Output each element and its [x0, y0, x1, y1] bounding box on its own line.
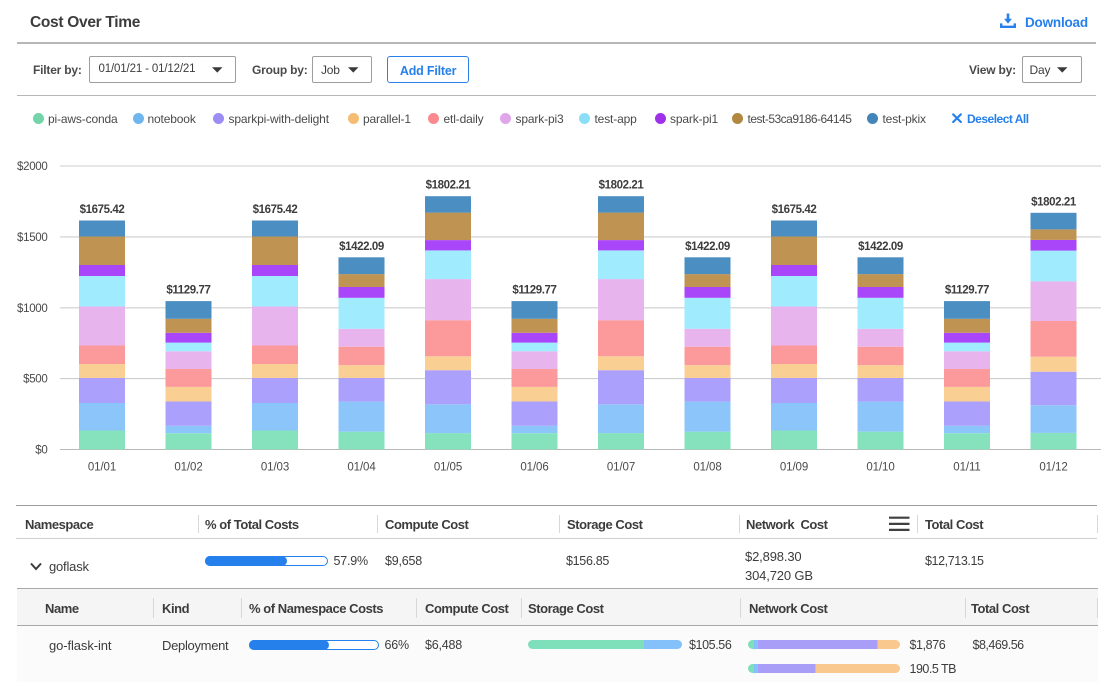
svg-text:$1675.42: $1675.42	[80, 204, 125, 216]
svg-text:01/09: 01/09	[780, 462, 808, 474]
svg-text:$1129.77: $1129.77	[512, 285, 556, 297]
svg-text:01/11: 01/11	[953, 462, 980, 474]
svg-text:$1422.09: $1422.09	[858, 241, 903, 253]
svg-text:$1675.42: $1675.42	[772, 204, 817, 216]
svg-text:$1802.21: $1802.21	[599, 180, 645, 192]
svg-text:01/07: 01/07	[607, 462, 635, 474]
svg-text:$1675.42: $1675.42	[253, 204, 298, 216]
svg-text:01/05: 01/05	[434, 462, 462, 474]
svg-text:$1000: $1000	[17, 303, 47, 315]
svg-text:01/04: 01/04	[347, 462, 376, 474]
svg-text:01/02: 01/02	[174, 462, 202, 474]
svg-text:$1129.77: $1129.77	[945, 285, 989, 297]
svg-text:01/12: 01/12	[1039, 462, 1067, 474]
svg-text:$1500: $1500	[17, 232, 47, 244]
svg-text:01/01: 01/01	[88, 462, 116, 474]
svg-text:$1422.09: $1422.09	[339, 241, 384, 253]
svg-text:$1129.77: $1129.77	[166, 285, 210, 297]
svg-text:$1422.09: $1422.09	[685, 241, 730, 253]
svg-text:01/10: 01/10	[866, 462, 894, 474]
svg-text:$2000: $2000	[17, 161, 47, 173]
svg-text:01/03: 01/03	[261, 462, 289, 474]
svg-text:$1802.21: $1802.21	[1031, 196, 1077, 208]
svg-text:$0: $0	[35, 445, 47, 457]
svg-text:01/06: 01/06	[520, 462, 548, 474]
svg-text:01/08: 01/08	[693, 462, 721, 474]
svg-text:$500: $500	[23, 374, 47, 386]
svg-text:$1802.21: $1802.21	[426, 180, 472, 192]
